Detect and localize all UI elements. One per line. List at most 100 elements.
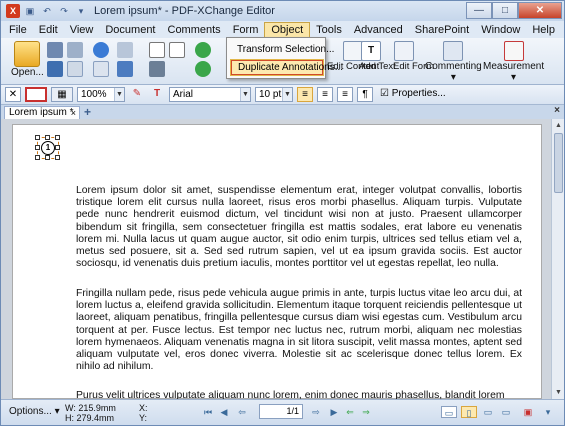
copy-icon[interactable] [93, 61, 109, 77]
continuous-view-icon[interactable]: ▯ [461, 406, 477, 418]
pdf-icon[interactable]: ▣ [521, 406, 535, 418]
menu-tools[interactable]: Tools [310, 22, 348, 38]
edit-form-button[interactable]: Edit Form [393, 41, 434, 71]
menu-object[interactable]: Object [264, 21, 311, 38]
select-text-icon[interactable] [149, 42, 165, 58]
undo-icon[interactable] [117, 61, 133, 77]
back-view-icon[interactable]: ⇦ [235, 406, 249, 418]
menu-help[interactable]: Help [526, 22, 561, 38]
delete-button[interactable]: ✕ [5, 87, 21, 102]
zoom-value: 100% [81, 89, 107, 100]
maximize-button[interactable]: □ [492, 2, 518, 19]
prev-page-icon[interactable]: ◀ [217, 406, 231, 418]
resize-handle[interactable] [55, 145, 60, 150]
rotate-left-icon[interactable] [195, 42, 211, 58]
forward-view-icon[interactable]: ⇨ [309, 406, 323, 418]
menu-file[interactable]: File [3, 22, 33, 38]
text-format-icon[interactable]: ¶ [357, 87, 373, 102]
zoom-icon[interactable]: ▦ [51, 87, 73, 102]
customize-icon[interactable]: ▾ [74, 5, 88, 17]
status-menu-icon[interactable]: ▾ [541, 406, 555, 418]
font-size-select[interactable]: 10 pt ▼ [255, 87, 293, 102]
border-color-picker[interactable] [25, 87, 47, 102]
go-forward-icon[interactable]: ⇒ [359, 406, 373, 418]
window-controls: — □ ✕ [466, 2, 562, 19]
tab-label: Lorem ipsum * [9, 107, 74, 118]
app-logo-icon[interactable]: X [6, 4, 20, 18]
snapshot-icon[interactable] [149, 61, 165, 77]
pdf-page: 1 Lorem ipsum dolor sit amet, suspendiss… [12, 124, 542, 401]
menu-bar: File Edit View Document Comments Form Ob… [1, 21, 564, 38]
hand-tool-icon[interactable] [169, 42, 185, 58]
align-center-icon[interactable]: ≡ [317, 87, 333, 102]
cursor-x-readout: X: [139, 403, 148, 413]
new-tab-icon[interactable]: + [84, 105, 91, 119]
chevron-down-icon: ▼ [282, 88, 292, 101]
align-left-icon[interactable]: ≡ [297, 87, 313, 102]
open-label: Open... [11, 67, 44, 78]
single-page-view-icon[interactable]: ▭ [441, 406, 457, 418]
clipboard-icon[interactable] [117, 42, 133, 58]
print-icon[interactable] [47, 42, 63, 58]
font-size-value: 10 pt [259, 89, 282, 100]
close-document-icon[interactable]: × [554, 105, 560, 116]
scroll-up-icon[interactable]: ▲ [553, 120, 564, 131]
rotate-right-icon[interactable] [195, 61, 211, 77]
measurement-button[interactable]: Measurement ▾ [483, 41, 544, 83]
options-label: Options... [9, 406, 52, 417]
menu-window[interactable]: Window [475, 22, 526, 38]
duplicate-annotations-item[interactable]: Duplicate Annotations... [230, 59, 343, 76]
redo-icon[interactable]: ↷ [57, 5, 71, 17]
menu-form[interactable]: Form [227, 22, 265, 38]
menu-advanced[interactable]: Advanced [348, 22, 409, 38]
transform-selection-item[interactable]: Transform Selection... [230, 41, 334, 58]
next-page-icon[interactable]: ▶ [327, 406, 341, 418]
page-number-input[interactable]: 1/1 [259, 404, 303, 419]
menu-sharepoint[interactable]: SharePoint [409, 22, 475, 38]
tab-close-icon[interactable]: × [71, 107, 76, 119]
commenting-button[interactable]: Commenting ▾ [425, 41, 482, 83]
app-window: X ▣ ↶ ↷ ▾ Lorem ipsum* - PDF-XChange Edi… [0, 0, 565, 426]
scroll-down-icon[interactable]: ▼ [553, 387, 564, 398]
resize-handle[interactable] [45, 155, 50, 160]
paragraph: Lorem ipsum dolor sit amet, suspendisse … [76, 185, 522, 270]
commenting-label: Commenting [425, 61, 482, 72]
folder-icon [14, 41, 41, 67]
menu-document[interactable]: Document [99, 22, 161, 38]
resize-handle[interactable] [55, 155, 60, 160]
tab-lorem-ipsum[interactable]: Lorem ipsum * × [4, 106, 80, 119]
menu-comments[interactable]: Comments [162, 22, 227, 38]
resize-handle[interactable] [55, 135, 60, 140]
options-button[interactable]: Options... ▾ [9, 407, 60, 417]
save-icon[interactable] [47, 61, 63, 77]
menu-view[interactable]: View [64, 22, 100, 38]
resize-handle[interactable] [35, 155, 40, 160]
font-color-icon[interactable]: T [149, 87, 165, 102]
align-right-icon[interactable]: ≡ [337, 87, 353, 102]
email-icon[interactable] [67, 61, 83, 77]
undo-icon[interactable]: ↶ [40, 5, 54, 17]
icon-annotation[interactable]: 1 [35, 135, 61, 161]
cover-view-icon[interactable]: ▭ [499, 406, 513, 418]
font-select[interactable]: Arial ▼ [169, 87, 251, 102]
resize-handle[interactable] [45, 135, 50, 140]
go-back-icon[interactable]: ⇐ [343, 406, 357, 418]
add-text-button[interactable]: T Add Text [359, 41, 396, 71]
resize-handle[interactable] [35, 145, 40, 150]
save-icon[interactable]: ▣ [23, 5, 37, 17]
first-page-icon[interactable]: ⏮ [201, 406, 215, 418]
back-icon[interactable] [93, 42, 109, 58]
minimize-button[interactable]: — [466, 2, 492, 19]
scanner-icon[interactable] [67, 42, 83, 58]
zoom-select[interactable]: 100% ▼ [77, 87, 125, 102]
scroll-thumb[interactable] [554, 133, 563, 193]
vertical-scrollbar[interactable]: ▲ ▼ [551, 119, 564, 399]
facing-view-icon[interactable]: ▭ [481, 406, 495, 418]
pen-color-icon[interactable]: ✎ [129, 87, 145, 102]
resize-handle[interactable] [35, 135, 40, 140]
close-window-button[interactable]: ✕ [518, 2, 562, 19]
page-total: 1 [293, 406, 299, 416]
menu-edit[interactable]: Edit [33, 22, 64, 38]
properties-button[interactable]: ☑ Properties... [377, 87, 446, 102]
open-button[interactable]: Open... [11, 41, 44, 78]
